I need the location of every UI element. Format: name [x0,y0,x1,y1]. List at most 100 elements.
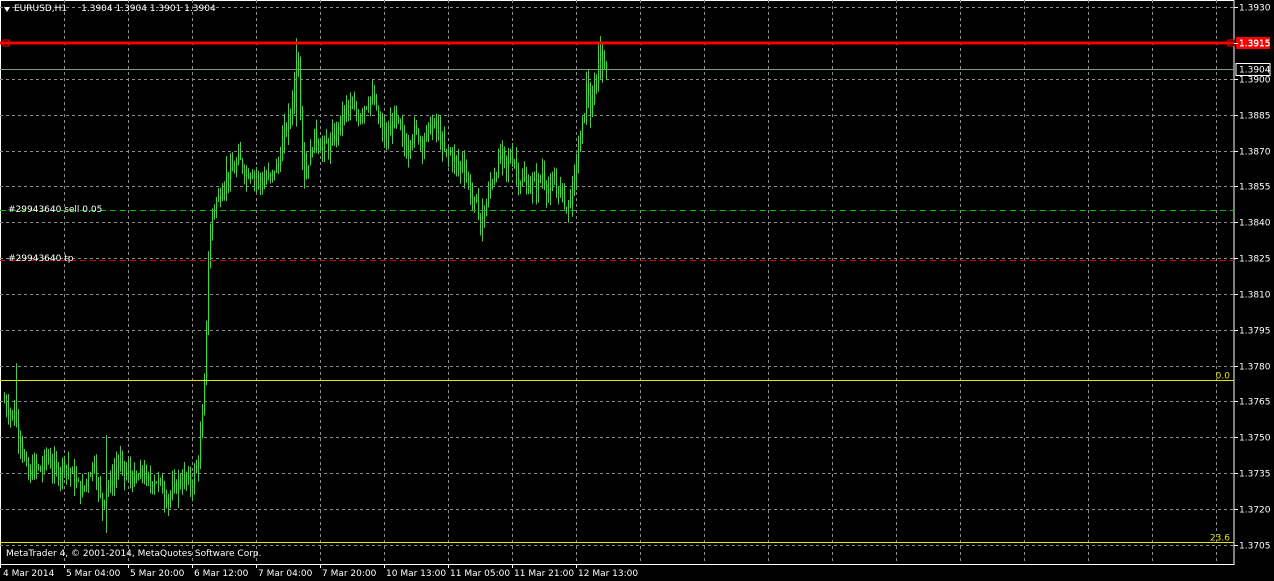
y-tick-label: 1.3840 [1239,219,1271,229]
chart-header: EURUSD,H1 1.3904 1.3904 1.3901 1.3904 [4,4,216,14]
candle-body [84,486,86,488]
candle-body [256,175,258,178]
candle-body [128,471,130,474]
candle-body [542,173,544,179]
candle-body [294,77,296,104]
y-tick-label: 1.3795 [1239,327,1271,337]
candle-body [34,460,36,477]
candle-body [132,476,134,485]
candle-body [114,473,116,485]
candle-body [282,138,284,160]
candle-body [164,493,166,499]
candle-body [18,424,20,438]
candle-body [180,479,182,485]
candle-body [500,155,502,160]
candle-body [398,117,400,121]
x-tick-label: 5 Mar 20:00 [130,569,185,579]
candle-body [74,470,76,485]
candle-body [328,143,330,152]
x-tick-label: 10 Mar 13:00 [386,569,446,579]
candle-body [364,107,366,113]
copyright-text: MetaTrader 4, © 2001-2014, MetaQuotes So… [6,549,262,559]
candle-body [172,486,174,495]
candle-body [392,123,394,128]
candle-body [270,174,272,176]
x-tick-label: 4 Mar 2014 [3,569,55,579]
x-tick-label: 6 Mar 12:00 [194,569,249,579]
candle-body [24,453,26,459]
fibo-level-label: 23.6 [1210,534,1230,544]
candle-body [360,116,362,123]
price-chart[interactable]: 0.0 23.6 1.3904 1.3915 1.3930 1.3915 1.3900 1.… [0,0,1274,581]
candle-body [198,461,200,467]
candle-body [372,95,374,98]
candle-body [386,137,388,139]
candle-body [152,483,154,487]
candle-body [52,466,54,470]
y-tick-label: 1.3810 [1239,291,1271,301]
candle-body [244,168,246,177]
candle-body [470,182,472,199]
candle-body [464,163,466,174]
candle-body [346,104,348,109]
candle-body [92,463,94,475]
candle-series [4,35,608,533]
y-tick-label: 1.3825 [1239,255,1271,265]
candle-body [588,84,590,96]
candle-body [258,176,260,178]
candle-body [124,462,126,475]
candle-body [458,162,460,170]
x-tick-label: 7 Mar 20:00 [322,569,377,579]
candle-body [602,52,604,70]
candle-body [144,472,146,480]
candle-body [26,458,28,463]
candle-body [160,479,162,481]
candle-body [174,482,176,487]
candle-body [516,162,518,170]
candle-body [70,469,72,474]
y-tick-label: 1.3915 [1239,40,1271,50]
candle-body [306,166,308,179]
candle-body [158,479,160,483]
candle-body [404,133,406,145]
order-line-label[interactable]: #29943640 sell 0.05 [8,205,102,215]
time-axis: 4 Mar 2014 5 Mar 04:00 5 Mar 20:00 6 Mar 12… [0,564,638,579]
candle-body [410,143,412,149]
candle-body [86,479,88,487]
candle-body [522,176,524,183]
candle-body [604,63,606,70]
candle-body [378,106,380,123]
candle-body [56,461,58,468]
candle-body [126,473,128,475]
chevron-down-icon[interactable] [4,6,10,12]
candle-body [334,134,336,141]
candle-body [538,179,540,190]
x-tick-label: 5 Mar 04:00 [66,569,121,579]
candle-body [596,83,598,85]
candle-body [468,175,470,183]
tp-line-label[interactable]: #29943640 tp [8,254,73,264]
candle-body [62,461,64,474]
candle-body [284,127,286,139]
candle-body [200,436,202,462]
candle-body [104,500,106,507]
candle-body [28,462,30,478]
candle-body [472,198,474,200]
candle-body [122,461,124,463]
candle-body [66,466,68,469]
x-tick-label: 12 Mar 13:00 [578,569,638,579]
candle-body [20,437,22,443]
candle-body [148,474,150,481]
candle-body [298,60,300,73]
candle-body [264,180,266,188]
bid-price-label: 1.3904 [1239,66,1271,76]
candle-body [518,169,520,187]
candle-body [506,156,508,168]
candle-body [6,401,8,409]
candle-body [196,466,198,473]
candle-body [442,141,444,146]
candle-body [274,170,276,173]
candle-body [292,103,294,116]
candle-body [478,201,480,220]
candle-body [344,108,346,120]
